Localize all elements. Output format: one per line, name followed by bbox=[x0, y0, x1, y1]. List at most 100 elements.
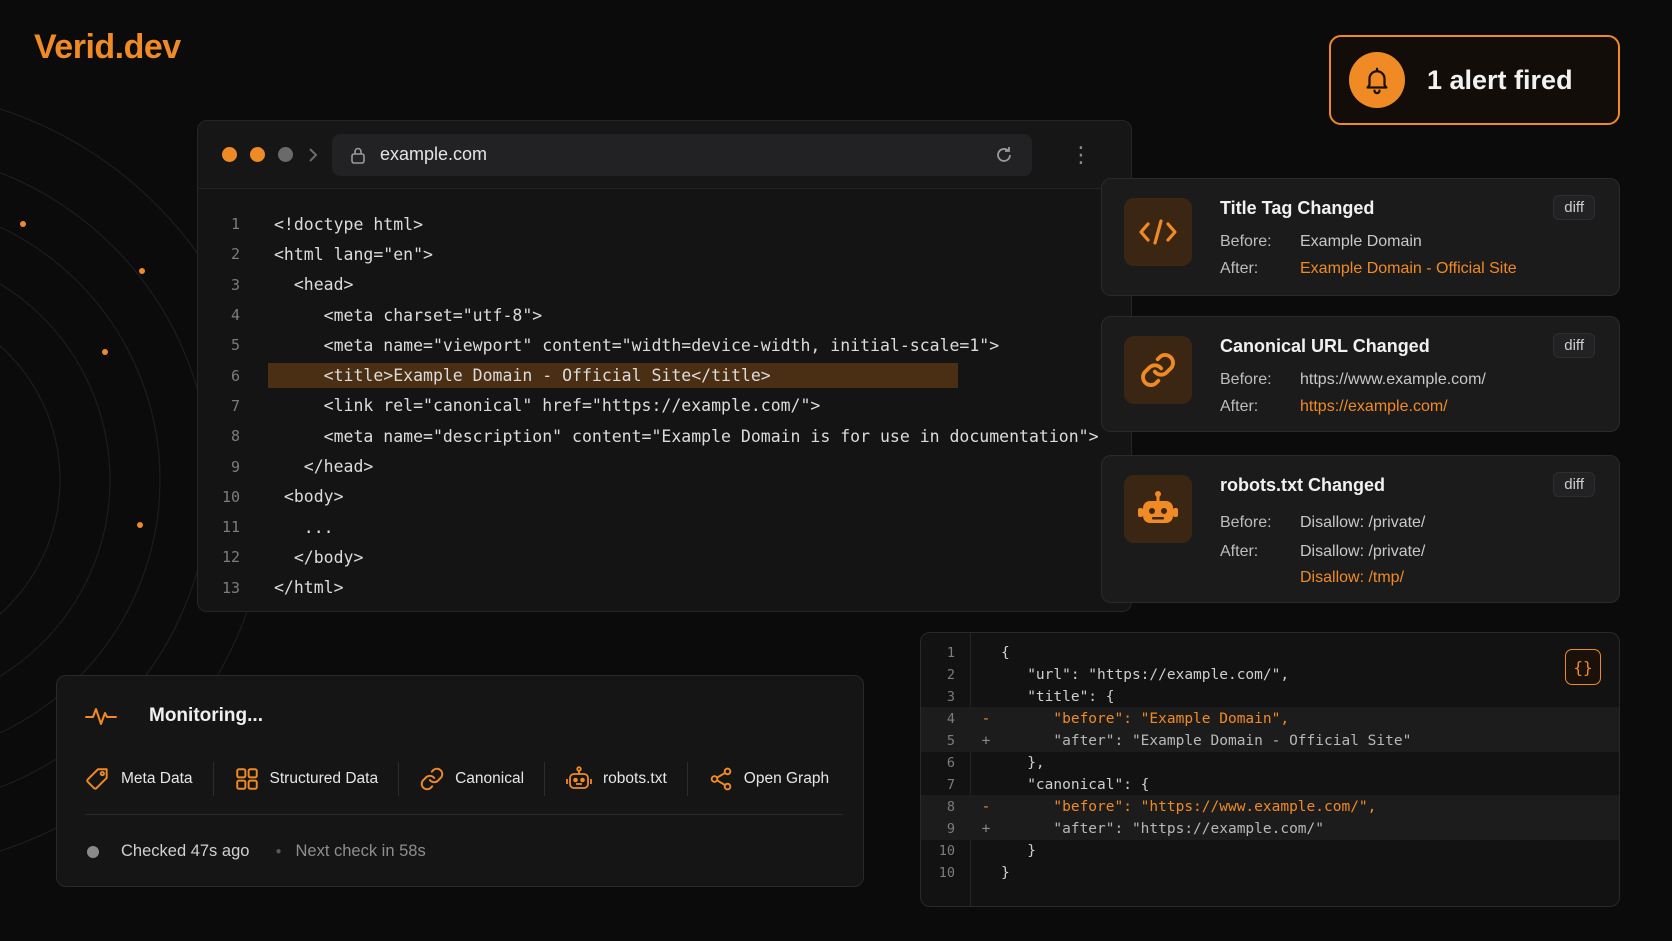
after-label: After: bbox=[1220, 260, 1259, 277]
diff-marker: - bbox=[981, 798, 991, 815]
window-maximize-dot[interactable] bbox=[278, 147, 293, 162]
change-card-canonical[interactable]: Canonical URL Changed diff Before: https:… bbox=[1101, 316, 1620, 432]
share-icon bbox=[710, 767, 732, 791]
alert-badge[interactable]: 1 alert fired bbox=[1329, 35, 1620, 125]
code-line: 1 <!doctype html> bbox=[198, 209, 1131, 239]
code-line: 13 </html> bbox=[198, 573, 1131, 603]
monitoring-panel: Monitoring... Meta Data Structured Data … bbox=[56, 675, 864, 887]
more-options-icon[interactable]: ⋮ bbox=[1070, 142, 1092, 168]
browser-toolbar: example.com ⋮ bbox=[198, 121, 1131, 189]
change-card-title[interactable]: Title Tag Changed diff Before: Example Do… bbox=[1101, 178, 1620, 296]
json-line: 5 + "after": "Example Domain - Official S… bbox=[921, 729, 1619, 753]
monitor-chips: Meta Data Structured Data Canonical robo… bbox=[85, 762, 829, 796]
json-line: 4 - "before": "Example Domain", bbox=[921, 707, 1619, 731]
decor-dot bbox=[139, 268, 145, 274]
code-line: 5 <meta name="viewport" content="width=d… bbox=[198, 330, 1131, 360]
diff-button[interactable]: diff bbox=[1553, 472, 1595, 497]
code-text: </head> bbox=[274, 457, 374, 477]
diff-button[interactable]: diff bbox=[1553, 195, 1595, 220]
code-text: <title>Example Domain - Official Site</t… bbox=[268, 363, 958, 389]
chip-structured-data[interactable]: Structured Data bbox=[234, 766, 378, 792]
before-label: Before: bbox=[1220, 514, 1272, 531]
code-line: 4 <meta charset="utf-8"> bbox=[198, 300, 1131, 330]
json-line: 8 - "before": "https://www.example.com/", bbox=[921, 795, 1619, 819]
json-line: 6 }, bbox=[921, 751, 1619, 774]
json-text: "url": "https://example.com/", bbox=[1001, 666, 1290, 683]
link-icon bbox=[1124, 336, 1192, 404]
line-number: 4 bbox=[230, 306, 240, 325]
chip-open-graph[interactable]: Open Graph bbox=[708, 766, 829, 792]
link-icon bbox=[420, 767, 444, 791]
diff-marker: + bbox=[981, 820, 991, 837]
change-card-robots[interactable]: robots.txt Changed diff Before: Disallow:… bbox=[1101, 455, 1620, 603]
json-line: 9 + "after": "https://example.com/" bbox=[921, 817, 1619, 841]
code-text: ... bbox=[274, 517, 334, 537]
code-text: <html lang="en"> bbox=[274, 244, 433, 264]
json-text: { bbox=[1001, 644, 1010, 661]
code-text: <meta charset="utf-8"> bbox=[274, 305, 543, 325]
separator-dot: ● bbox=[275, 846, 282, 857]
before-label: Before: bbox=[1220, 371, 1272, 388]
json-format-button[interactable]: {} bbox=[1565, 649, 1601, 685]
after-label: After: bbox=[1220, 543, 1259, 560]
chip-canonical[interactable]: Canonical bbox=[419, 766, 524, 792]
after-value: Example Domain - Official Site bbox=[1300, 260, 1517, 277]
divider bbox=[398, 762, 400, 796]
after-row: After: Example Domain - Official Site bbox=[1220, 260, 1517, 278]
code-text: <link rel="canonical" href="https://exam… bbox=[274, 396, 821, 416]
line-number: 9 bbox=[230, 457, 240, 476]
robot-icon bbox=[566, 766, 592, 789]
chip-label: Meta Data bbox=[121, 770, 193, 787]
reload-icon[interactable] bbox=[994, 145, 1014, 165]
json-line: 1{ bbox=[921, 641, 1619, 664]
chip-robots-txt[interactable]: robots.txt bbox=[565, 766, 667, 792]
browser-window: example.com ⋮ 1 <!doctype html> 2 <html lan… bbox=[197, 120, 1132, 612]
line-number: 10 bbox=[938, 864, 955, 881]
code-line: 6 <title>Example Domain - Official Site<… bbox=[198, 360, 1131, 390]
json-text: } bbox=[1001, 842, 1036, 859]
chevron-right-icon[interactable] bbox=[306, 146, 320, 164]
json-line: 3 "title": { bbox=[921, 685, 1619, 708]
code-line: 8 <meta name="description" content="Exam… bbox=[198, 421, 1131, 451]
code-line: 3 <head> bbox=[198, 270, 1131, 300]
window-close-dot[interactable] bbox=[222, 147, 237, 162]
status-dot bbox=[87, 845, 99, 858]
grid-icon bbox=[235, 768, 258, 790]
chip-meta-data[interactable]: Meta Data bbox=[85, 766, 193, 792]
after-added-row: Disallow: /tmp/ bbox=[1220, 569, 1404, 587]
window-minimize-dot[interactable] bbox=[250, 147, 265, 162]
line-number: 7 bbox=[230, 396, 240, 415]
pulse-icon bbox=[85, 708, 117, 725]
after-row: After: https://example.com/ bbox=[1220, 398, 1448, 416]
json-text: "before": "Example Domain", bbox=[1001, 710, 1290, 727]
divider bbox=[212, 762, 214, 796]
monitoring-header: Monitoring... bbox=[85, 704, 263, 728]
check-status: Checked 47s ago ● Next check in 58s bbox=[87, 842, 426, 861]
after-row: After: Disallow: /private/ bbox=[1220, 543, 1425, 561]
divider bbox=[85, 814, 843, 815]
change-title: Title Tag Changed bbox=[1220, 198, 1375, 218]
divider bbox=[686, 762, 688, 796]
source-code-view: 1 <!doctype html> 2 <html lang="en"> 3 <head… bbox=[198, 189, 1131, 603]
before-row: Before: https://www.example.com/ bbox=[1220, 371, 1486, 389]
address-bar[interactable]: example.com bbox=[332, 133, 1032, 176]
code-text: <head> bbox=[274, 275, 354, 295]
line-number: 1 bbox=[946, 644, 955, 661]
diff-button[interactable]: diff bbox=[1553, 333, 1595, 358]
diff-marker: - bbox=[981, 710, 991, 727]
code-text: </html> bbox=[274, 578, 344, 598]
before-value: Disallow: /private/ bbox=[1300, 514, 1426, 531]
decor-dot bbox=[102, 349, 108, 355]
line-number: 8 bbox=[230, 427, 240, 446]
line-number: 2 bbox=[230, 245, 240, 264]
json-line: 10} bbox=[921, 861, 1619, 884]
after-value: Disallow: /private/ bbox=[1300, 543, 1426, 560]
line-number: 6 bbox=[230, 366, 240, 385]
lock-icon bbox=[351, 147, 365, 164]
code-line: 11 ... bbox=[198, 512, 1131, 542]
code-line: 2 <html lang="en"> bbox=[198, 239, 1131, 269]
code-text: <!doctype html> bbox=[274, 214, 424, 234]
brand-logo[interactable]: Verid.dev bbox=[34, 28, 181, 67]
before-label: Before: bbox=[1220, 233, 1272, 250]
code-text: <meta name="viewport" content="width=dev… bbox=[274, 335, 1000, 355]
